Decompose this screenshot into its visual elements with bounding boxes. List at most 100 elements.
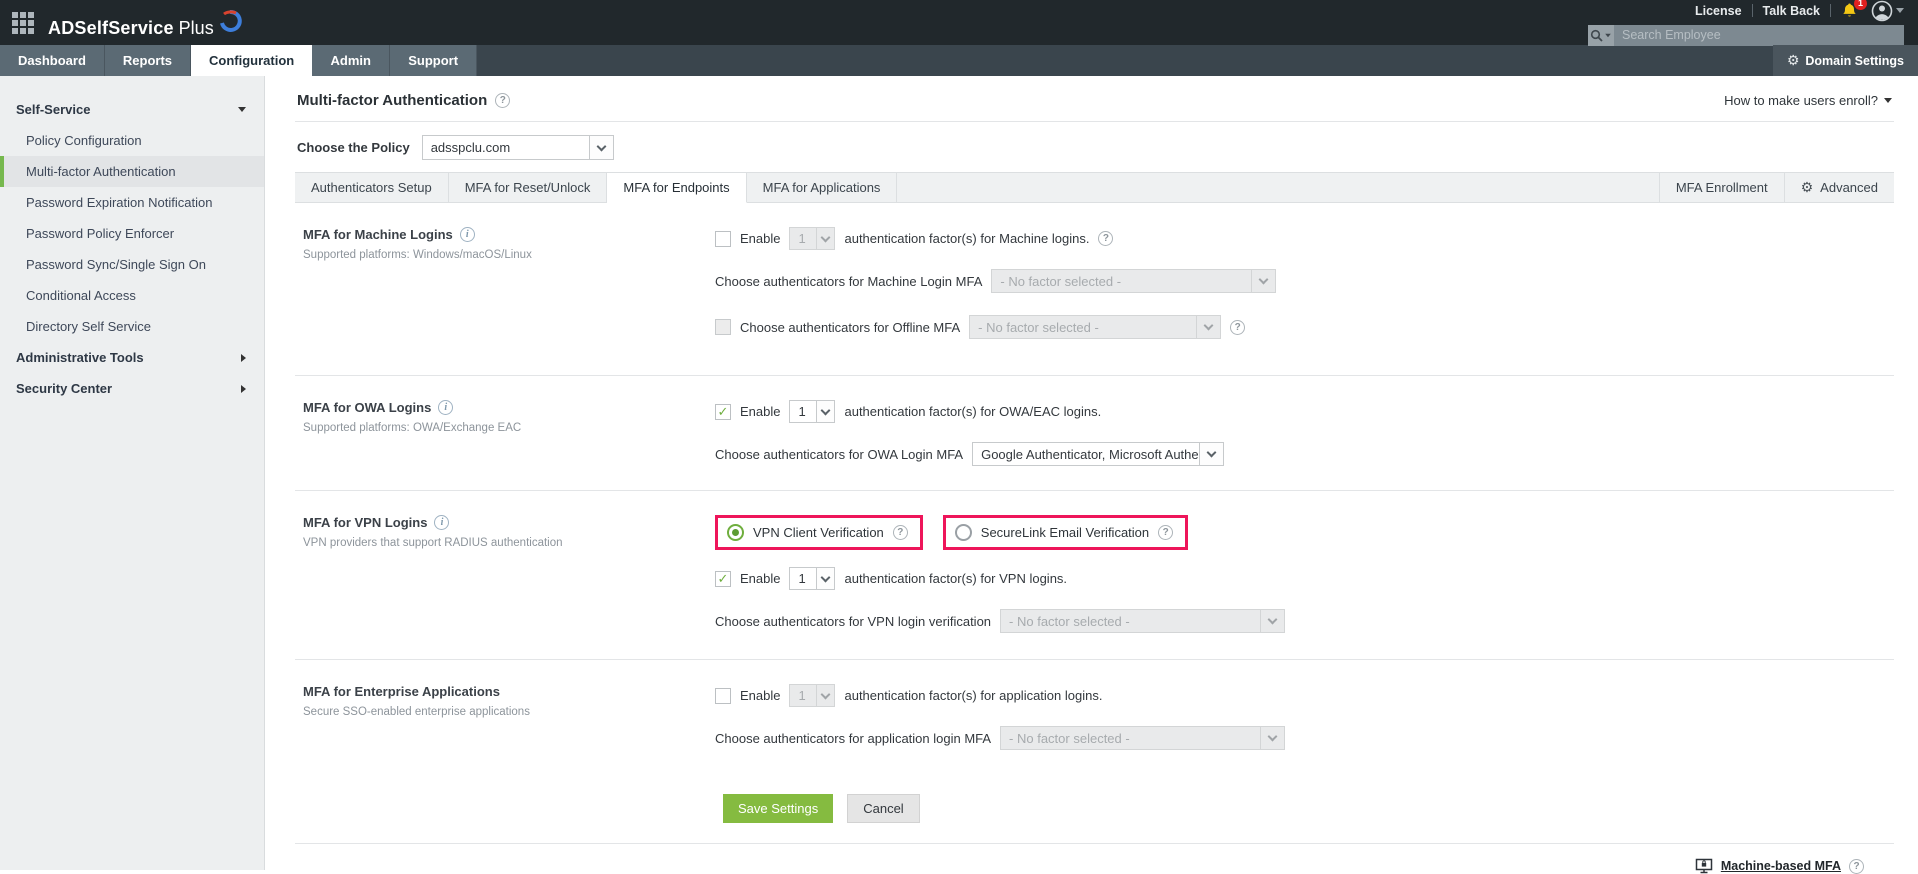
policy-select[interactable]: adsspclu.com <box>421 135 614 160</box>
employee-search <box>1588 24 1904 46</box>
section-subtitle: Secure SSO-enabled enterprise applicatio… <box>303 706 530 718</box>
help-icon[interactable]: ? <box>1098 231 1114 246</box>
machine-factor-count-select[interactable]: 1 <box>789 227 836 250</box>
how-to-enroll-link[interactable]: How to make users enroll? <box>1724 93 1892 108</box>
machine-choose-label: Choose authenticators for Machine Login … <box>715 273 983 289</box>
sidebar-section-security-center[interactable]: Security Center <box>0 373 264 404</box>
nav-tab-dashboard[interactable]: Dashboard <box>0 45 105 76</box>
nav-tab-admin[interactable]: Admin <box>312 45 391 76</box>
section-mfa-vpn-logins: MFA for VPN Logins i VPN providers that … <box>295 490 1894 659</box>
notifications-bell-icon[interactable]: 1 <box>1841 0 1867 19</box>
sidebar-section-administrative-tools[interactable]: Administrative Tools <box>0 342 264 373</box>
offline-authenticators-select[interactable]: - No factor selected - <box>969 315 1222 339</box>
chevron-down-icon <box>1196 316 1221 338</box>
nav-tab-configuration[interactable]: Configuration <box>191 45 313 76</box>
chevron-right-icon <box>241 384 246 393</box>
enable-label: Enable <box>740 688 781 703</box>
tab-mfa-enrollment[interactable]: MFA Enrollment <box>1658 173 1784 202</box>
help-icon[interactable]: ? <box>892 525 908 540</box>
tab-mfa-for-endpoints[interactable]: MFA for Endpoints <box>607 173 747 203</box>
help-icon[interactable]: ? <box>1849 858 1864 874</box>
select-value: - No factor selected - <box>1009 613 1130 629</box>
tabstrip-spacer <box>897 173 1658 202</box>
securelink-email-verification-highlight: SecureLink Email Verification ? <box>942 515 1189 550</box>
owa-enable-checkbox[interactable] <box>715 403 731 420</box>
nav-tab-support[interactable]: Support <box>390 45 478 76</box>
talkback-link[interactable]: Talk Back <box>1763 4 1820 18</box>
enable-text: authentication factor(s) for VPN logins. <box>844 571 1068 586</box>
apps-grid-icon[interactable] <box>12 11 34 34</box>
search-scope-caret-icon <box>1605 33 1611 37</box>
vpn-authenticators-select[interactable]: - No factor selected - <box>1000 609 1286 633</box>
sidebar-item-password-expiration-notification[interactable]: Password Expiration Notification <box>0 187 264 218</box>
gear-icon: ⚙ <box>1786 52 1800 68</box>
enable-text: authentication factor(s) for Machine log… <box>844 231 1090 246</box>
securelink-email-verification-radio[interactable] <box>954 524 972 541</box>
search-input[interactable] <box>1614 24 1904 46</box>
tab-authenticators-setup[interactable]: Authenticators Setup <box>295 173 449 202</box>
select-value: - No factor selected - <box>1009 730 1130 746</box>
chevron-right-icon <box>241 353 246 362</box>
sidebar-item-conditional-access[interactable]: Conditional Access <box>0 280 264 311</box>
domain-settings-label: Domain Settings <box>1805 53 1904 68</box>
user-avatar-icon <box>1871 0 1893 21</box>
info-icon[interactable]: i <box>459 227 475 242</box>
enterprise-enable-checkbox[interactable] <box>715 687 731 704</box>
owa-factor-count-select[interactable]: 1 <box>789 400 836 423</box>
logo-text-tail: Plus <box>178 17 214 38</box>
mfa-enrollment-label: MFA Enrollment <box>1675 180 1768 195</box>
factor-count-value: 1 <box>798 404 806 419</box>
machine-based-mfa-link[interactable]: Machine-based MFA <box>1721 859 1841 873</box>
section-mfa-machine-logins: MFA for Machine Logins i Supported platf… <box>295 203 1894 369</box>
sidebar-item-directory-self-service[interactable]: Directory Self Service <box>0 311 264 342</box>
vpn-enable-checkbox[interactable] <box>715 570 731 587</box>
tab-mfa-for-applications[interactable]: MFA for Applications <box>746 173 898 202</box>
vpn-client-verification-highlight: VPN Client Verification ? <box>715 515 923 550</box>
offline-mfa-label: Choose authenticators for Offline MFA <box>740 319 961 335</box>
owa-choose-label: Choose authenticators for OWA Login MFA <box>715 446 964 462</box>
primary-nav: Dashboard Reports Configuration Admin Su… <box>0 45 1918 76</box>
advanced-button[interactable]: ⚙ Advanced <box>1783 173 1894 202</box>
sidebar-item-policy-configuration[interactable]: Policy Configuration <box>0 125 264 156</box>
sidebar-item-multi-factor-authentication[interactable]: Multi-factor Authentication <box>0 156 264 187</box>
chevron-down-icon <box>1884 98 1892 103</box>
help-icon[interactable]: ? <box>1230 319 1246 335</box>
info-icon[interactable]: i <box>434 515 450 530</box>
vpn-client-verification-radio[interactable] <box>727 524 744 541</box>
enterprise-factor-count-select[interactable]: 1 <box>789 684 836 707</box>
owa-authenticators-select[interactable]: Google Authenticator, Microsoft Authe <box>972 442 1225 466</box>
vpn-client-verification-label: VPN Client Verification <box>753 525 884 540</box>
cancel-button[interactable]: Cancel <box>847 794 920 823</box>
save-settings-button[interactable]: Save Settings <box>723 794 834 823</box>
chevron-down-icon <box>1199 443 1224 465</box>
page-title: Multi-factor Authentication <box>297 92 488 109</box>
sidebar-item-password-sync-single-sign-on[interactable]: Password Sync/Single Sign On <box>0 249 264 280</box>
divider <box>1830 4 1831 17</box>
mfa-tabstrip: Authenticators Setup MFA for Reset/Unloc… <box>295 172 1894 203</box>
chevron-down-icon <box>1260 610 1285 632</box>
machine-enable-checkbox[interactable] <box>715 230 731 247</box>
search-icon[interactable] <box>1588 24 1614 46</box>
machine-authenticators-select[interactable]: - No factor selected - <box>991 269 1277 293</box>
section-title: MFA for Machine Logins <box>303 227 453 242</box>
domain-settings-button[interactable]: ⚙ Domain Settings <box>1772 45 1918 76</box>
factor-count-value: 1 <box>798 571 806 586</box>
license-link[interactable]: License <box>1695 4 1742 18</box>
help-icon[interactable]: ? <box>1158 525 1174 540</box>
sidebar-item-password-policy-enforcer[interactable]: Password Policy Enforcer <box>0 218 264 249</box>
machine-based-mfa-icon <box>1695 858 1713 874</box>
nav-tab-reports[interactable]: Reports <box>104 45 192 76</box>
info-icon[interactable]: i <box>438 400 454 415</box>
sidebar-section-self-service[interactable]: Self-Service <box>0 94 264 125</box>
tab-mfa-for-reset-unlock[interactable]: MFA for Reset/Unlock <box>448 173 608 202</box>
user-avatar-menu[interactable] <box>1871 0 1904 22</box>
section-title: MFA for VPN Logins <box>303 515 428 530</box>
offline-mfa-checkbox[interactable] <box>715 319 731 335</box>
enable-label: Enable <box>740 571 781 586</box>
page-help-icon[interactable]: ? <box>495 93 511 108</box>
divider <box>1751 4 1753 17</box>
vpn-factor-count-select[interactable]: 1 <box>789 567 836 590</box>
chevron-down-icon <box>816 568 835 589</box>
enterprise-authenticators-select[interactable]: - No factor selected - <box>1000 726 1286 750</box>
section-title: MFA for OWA Logins <box>303 400 432 415</box>
